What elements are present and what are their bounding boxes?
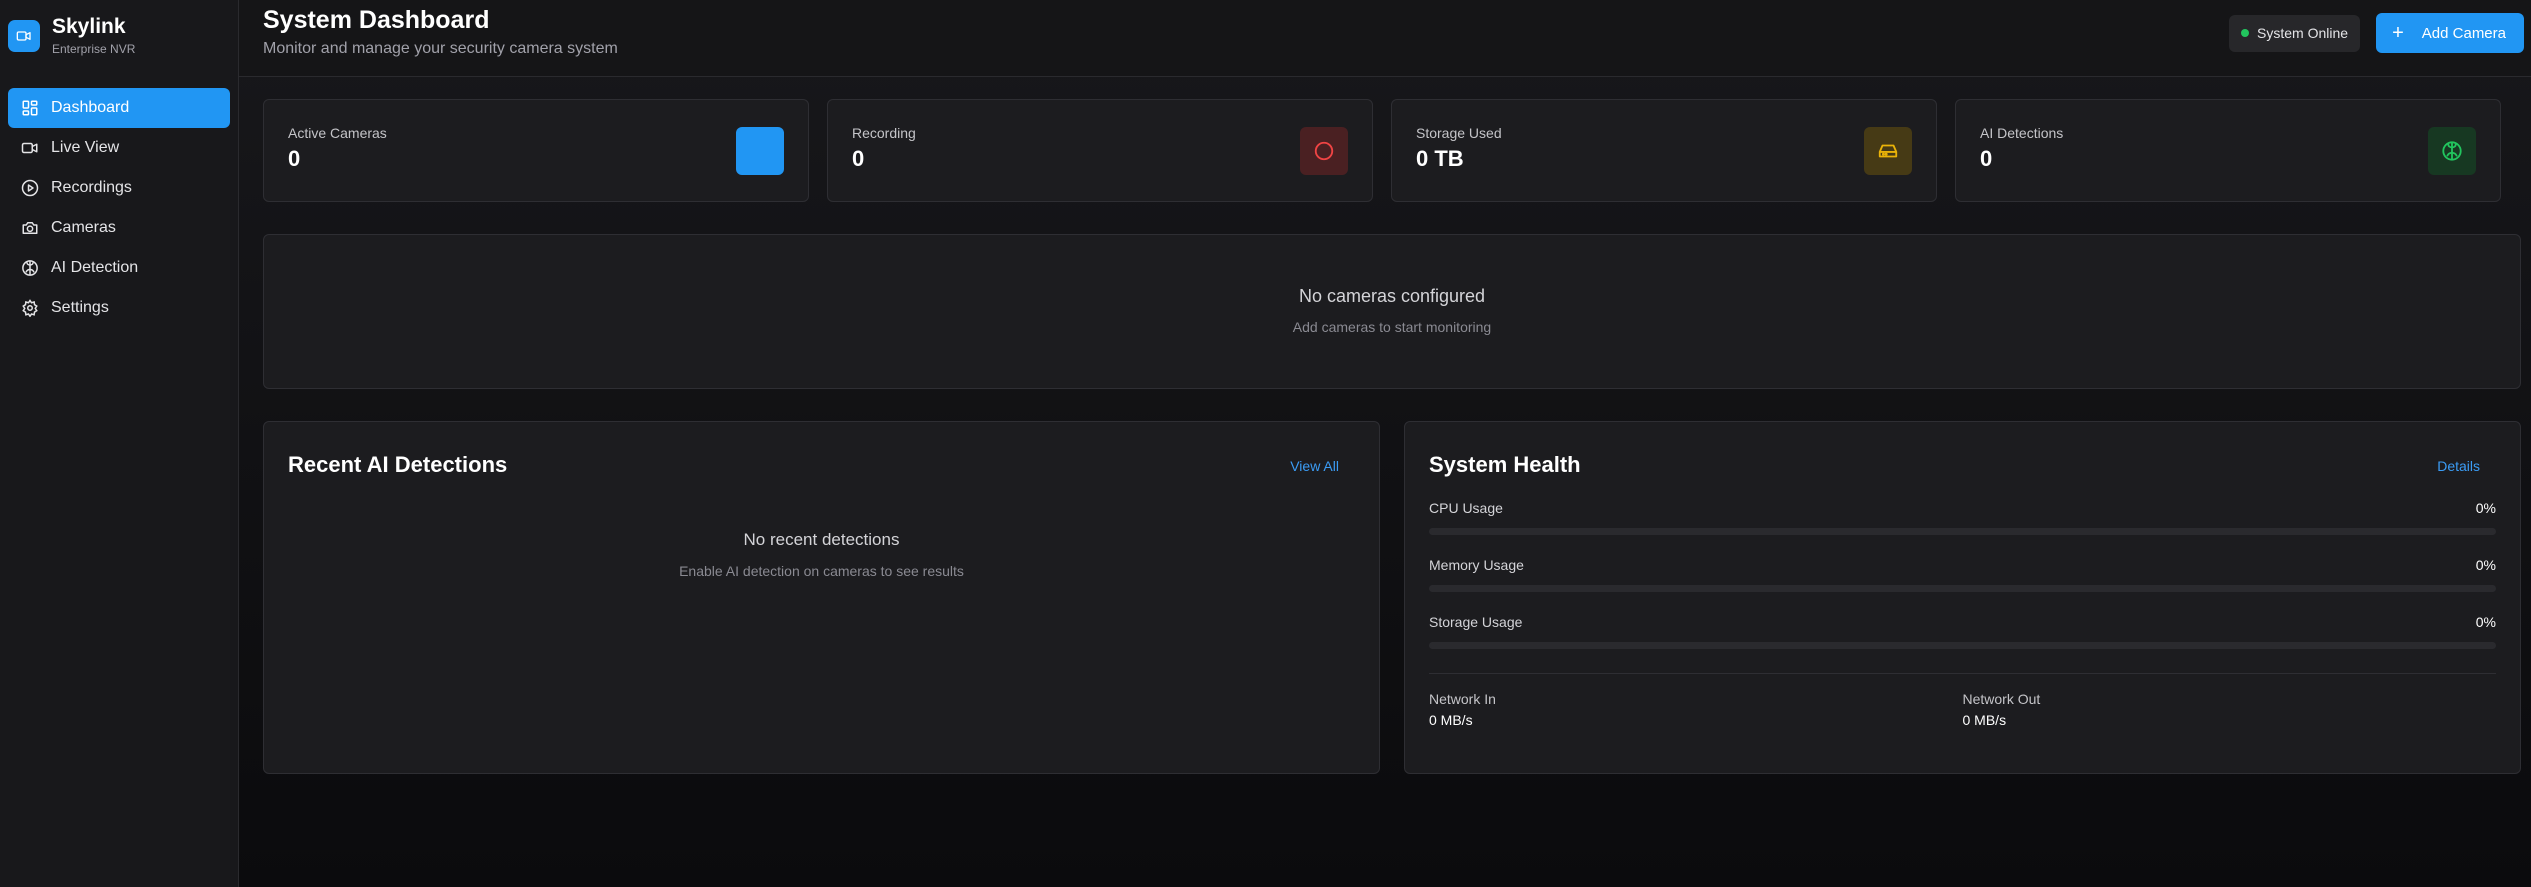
metric-value: 0% [2475,500,2496,516]
panel-title: System Health [1429,452,1581,477]
sidebar-item-settings[interactable]: Settings [8,288,230,328]
brand-name: Skylink [52,15,126,38]
video-camera-icon [8,20,40,52]
sidebar-item-label: Live View [51,139,120,156]
sidebar-item-label: Dashboard [51,99,130,116]
stat-card-recording: Recording 0 [827,99,1373,202]
stat-label: Storage Used [1416,125,1502,141]
stat-label: Recording [852,125,916,141]
storage-usage-metric: Storage Usage 0% [1429,614,2496,649]
details-link[interactable]: Details [2437,458,2480,474]
camera-icon [20,218,40,238]
network-out-value: 0 MB/s [1962,712,2007,728]
recent-detections-panel: Recent AI Detections View All No recent … [263,421,1380,774]
system-health-panel: System Health Details CPU Usage 0% Memor… [1404,421,2521,774]
stat-label: AI Detections [1980,125,2064,141]
brain-icon [2428,127,2476,175]
sidebar: Skylink Enterprise NVR Dashboard Live Vi… [0,0,239,887]
page-title: System Dashboard [263,6,490,34]
cpu-usage-metric: CPU Usage 0% [1429,500,2496,535]
sidebar-item-label: Recordings [51,179,132,196]
plus-icon: + [2392,22,2404,44]
empty-subtitle: Enable AI detection on cameras to see re… [679,563,964,579]
stat-value: 0 [288,146,301,171]
empty-title: No cameras configured [1298,286,1486,306]
stat-value: 0 [1980,146,1993,171]
view-all-link[interactable]: View All [1290,458,1339,474]
app-root: Skylink Enterprise NVR Dashboard Live Vi… [0,0,2531,887]
sidebar-item-ai-detection[interactable]: AI Detection [8,248,230,288]
stat-card-ai-detections: AI Detections 0 [1955,99,2501,202]
sidebar-item-dashboard[interactable]: Dashboard [8,88,230,128]
stat-label: Active Cameras [288,125,387,141]
network-in: Network In 0 MB/s [1429,691,1963,728]
progress-bar [1429,528,2496,535]
metric-value: 0% [2475,557,2496,573]
panel-title: Recent AI Detections [288,452,508,477]
hard-drive-icon [1864,127,1912,175]
add-camera-button[interactable]: + Add Camera [2376,13,2524,53]
stat-card-storage-used: Storage Used 0 TB [1391,99,1937,202]
page-header: System Dashboard Monitor and manage your… [239,0,2531,77]
sidebar-item-label: AI Detection [51,259,139,276]
dashboard-icon [20,98,40,118]
sidebar-item-cameras[interactable]: Cameras [8,208,230,248]
status-dot-icon [2241,29,2250,37]
progress-bar [1429,585,2496,592]
sidebar-nav: Dashboard Live View Recordings Cameras A… [0,88,238,328]
empty-title: No recent detections [743,530,900,549]
network-out: Network Out 0 MB/s [1963,691,2497,728]
progress-bar [1429,642,2496,649]
add-camera-label: Add Camera [2421,24,2506,42]
empty-subtitle: Add cameras to start monitoring [1292,319,1492,335]
stats-row: Active Cameras 0 Recording 0 Storage Use… [263,99,2521,202]
stat-value: 0 [852,146,865,171]
metric-label: CPU Usage [1429,500,1503,516]
brand-subtitle: Enterprise NVR [52,42,136,56]
record-circle-icon [1300,127,1348,175]
memory-usage-metric: Memory Usage 0% [1429,557,2496,592]
gear-icon [20,298,40,318]
stat-value: 0 TB [1416,146,1464,171]
sidebar-item-live-view[interactable]: Live View [8,128,230,168]
main-content: System Dashboard Monitor and manage your… [239,0,2531,887]
sidebar-item-recordings[interactable]: Recordings [8,168,230,208]
stat-card-active-cameras: Active Cameras 0 [263,99,809,202]
metric-label: Memory Usage [1429,557,1524,573]
divider [1429,673,2496,674]
cameras-empty-state: No cameras configured Add cameras to sta… [263,234,2521,389]
play-circle-icon [20,178,40,198]
metric-value: 0% [2475,614,2496,630]
status-badge: System Online [2229,14,2361,52]
sidebar-item-label: Cameras [51,219,116,236]
metric-label: Storage Usage [1429,614,1523,630]
sidebar-item-label: Settings [51,299,109,316]
network-in-label: Network In [1429,691,1496,707]
network-out-label: Network Out [1962,691,2041,707]
status-text: System Online [2257,25,2349,41]
video-icon [20,138,40,158]
brain-icon [20,258,40,278]
network-in-value: 0 MB/s [1429,712,1473,728]
brand: Skylink Enterprise NVR [0,0,238,58]
camera-icon [736,127,784,175]
page-subtitle: Monitor and manage your security camera … [263,40,618,57]
